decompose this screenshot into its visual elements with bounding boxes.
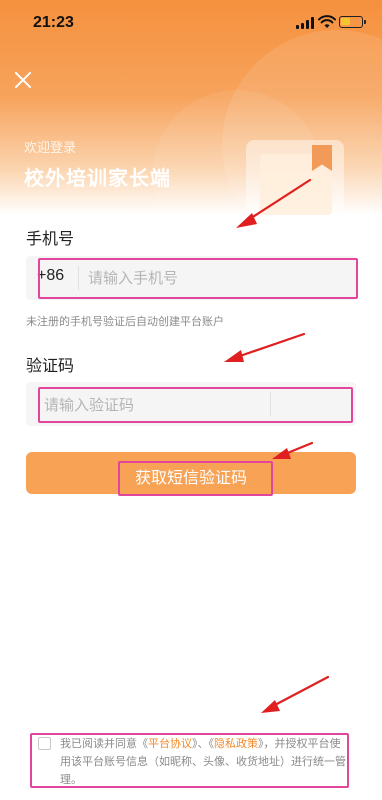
close-icon[interactable] <box>12 69 34 91</box>
phone-placeholder: 请输入手机号 <box>88 269 179 287</box>
input-divider <box>78 266 79 290</box>
agreement-prefix: 我已阅读并同意 <box>60 737 137 750</box>
arrow-icon <box>261 675 330 713</box>
phone-hint: 未注册的手机号验证后自动创建平台账户 <box>26 315 224 328</box>
status-bar: 21:23 <box>0 0 382 46</box>
phone-input[interactable] <box>26 256 356 300</box>
separator: 、 <box>197 737 209 750</box>
input-divider <box>270 392 271 416</box>
battery-icon <box>339 16 366 28</box>
get-sms-code-label: 获取短信验证码 <box>134 468 247 487</box>
agreement-checkbox[interactable] <box>38 737 51 750</box>
privacy-policy-link[interactable]: 隐私政策 <box>214 737 258 750</box>
code-placeholder: 请输入验证码 <box>44 396 135 414</box>
welcome-text: 欢迎登录 <box>24 141 77 156</box>
arrow-icon <box>224 332 306 362</box>
phone-label: 手机号 <box>26 229 75 248</box>
get-sms-code-button[interactable]: 获取短信验证码 <box>26 452 356 494</box>
country-code[interactable]: +86 <box>37 267 64 285</box>
book-illustration <box>246 140 344 215</box>
page-title: 校外培训家长端 <box>24 166 171 190</box>
wifi-icon <box>318 15 336 28</box>
platform-agreement-link[interactable]: 平台协议 <box>148 737 192 750</box>
status-time: 21:23 <box>33 14 74 31</box>
code-label: 验证码 <box>26 356 75 375</box>
signal-icon <box>296 17 314 29</box>
agreement-text: 我已阅读并同意《平台协议》、《隐私政策》，并授权平台使用该平台账号信息（如昵称、… <box>60 735 348 789</box>
quote-mark: 《 <box>137 737 148 750</box>
